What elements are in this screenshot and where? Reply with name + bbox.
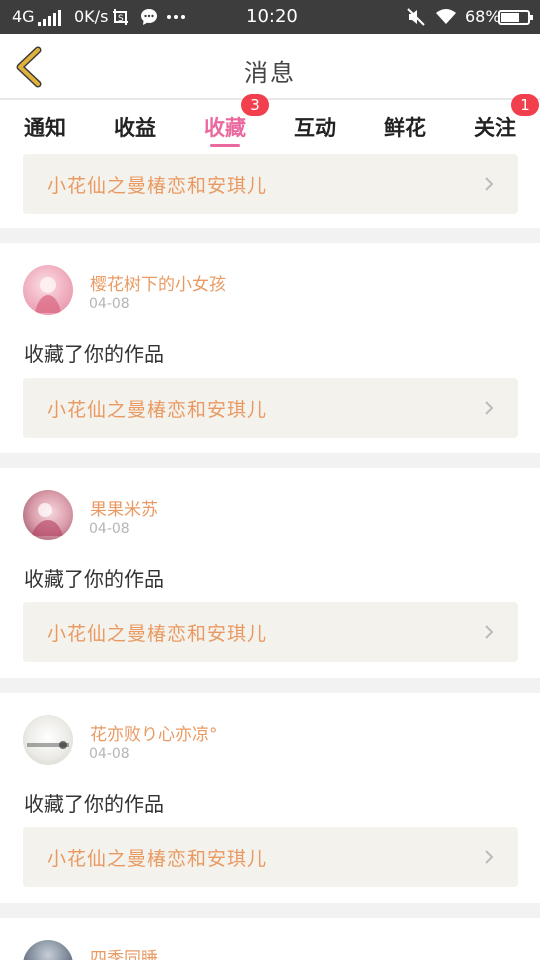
avatar-image	[35, 277, 61, 313]
avatar-image	[31, 503, 63, 536]
avatar[interactable]	[23, 715, 73, 765]
network-type: 4G	[12, 7, 35, 26]
network-speed: 0K/s	[74, 7, 109, 26]
chevron-right-icon	[485, 401, 494, 415]
message-feed: 小花仙之曼椿恋和安琪儿 樱花树下的小女孩 04-08 收藏了你的作品 小花仙之曼…	[0, 150, 540, 960]
page-title: 消息	[244, 59, 296, 87]
wifi-icon	[436, 9, 456, 24]
list-item: 樱花树下的小女孩 04-08 收藏了你的作品 小花仙之曼椿恋和安琪儿	[0, 243, 540, 453]
chevron-right-icon	[485, 625, 494, 639]
clock: 10:20	[246, 6, 298, 27]
more-icon	[167, 15, 185, 19]
action-text: 收藏了你的作品	[24, 567, 164, 591]
avatar-image	[27, 741, 69, 749]
work-title: 小花仙之曼椿恋和安琪儿	[47, 399, 268, 421]
tab-label: 收益	[114, 116, 156, 140]
user-name[interactable]: 四季同睡	[90, 944, 158, 960]
list-item: 花亦败り心亦凉° 04-08 收藏了你的作品 小花仙之曼椿恋和安琪儿	[0, 693, 540, 903]
avatar[interactable]	[23, 490, 73, 540]
tab-label: 鲜花	[384, 116, 426, 140]
avatar[interactable]	[23, 940, 73, 960]
action-text: 收藏了你的作品	[24, 792, 164, 816]
active-tab-indicator	[210, 144, 240, 147]
unread-badge: 3	[241, 94, 269, 116]
status-bar: 4G 0K/s S 10:20 68%	[0, 0, 540, 34]
timestamp: 04-08	[89, 521, 130, 537]
user-name[interactable]: 花亦败り心亦凉°	[90, 720, 218, 745]
tab-interaction[interactable]: 互动	[270, 100, 360, 150]
message-icon	[141, 9, 157, 25]
tab-bar: 通知 收益 收藏 3 互动 鲜花 关注 1	[0, 94, 540, 150]
user-name[interactable]: 果果米苏	[90, 495, 158, 520]
battery-icon	[498, 10, 533, 25]
battery-percent: 68%	[465, 7, 501, 26]
screenshot-icon: S	[113, 9, 128, 25]
signal-icon	[38, 10, 62, 26]
work-link[interactable]: 小花仙之曼椿恋和安琪儿	[23, 154, 518, 214]
svg-text:S: S	[118, 14, 124, 24]
work-link[interactable]: 小花仙之曼椿恋和安琪儿	[23, 827, 518, 887]
work-link[interactable]: 小花仙之曼椿恋和安琪儿	[23, 378, 518, 438]
tab-earnings[interactable]: 收益	[90, 100, 180, 150]
user-name[interactable]: 樱花树下的小女孩	[90, 270, 226, 295]
work-title: 小花仙之曼椿恋和安琪儿	[47, 175, 268, 197]
work-title: 小花仙之曼椿恋和安琪儿	[47, 623, 268, 645]
work-link[interactable]: 小花仙之曼椿恋和安琪儿	[23, 602, 518, 662]
chevron-right-icon	[485, 850, 494, 864]
mute-icon	[407, 8, 425, 26]
list-item: 小花仙之曼椿恋和安琪儿	[0, 150, 540, 228]
tab-favorites[interactable]: 收藏 3	[180, 94, 270, 150]
action-text: 收藏了你的作品	[24, 342, 164, 366]
tab-follow[interactable]: 关注 1	[450, 94, 540, 150]
timestamp: 04-08	[89, 746, 130, 762]
chevron-right-icon	[485, 177, 494, 191]
list-item: 四季同睡	[0, 918, 540, 960]
list-item: 果果米苏 04-08 收藏了你的作品 小花仙之曼椿恋和安琪儿	[0, 468, 540, 678]
avatar[interactable]	[23, 265, 73, 315]
timestamp: 04-08	[89, 296, 130, 312]
tab-notification[interactable]: 通知	[0, 100, 90, 150]
tab-label: 通知	[24, 116, 66, 140]
work-title: 小花仙之曼椿恋和安琪儿	[47, 848, 268, 870]
tab-label: 互动	[294, 116, 336, 140]
tab-flowers[interactable]: 鲜花	[360, 100, 450, 150]
unread-badge: 1	[511, 94, 539, 116]
nav-header: 消息	[0, 34, 540, 100]
